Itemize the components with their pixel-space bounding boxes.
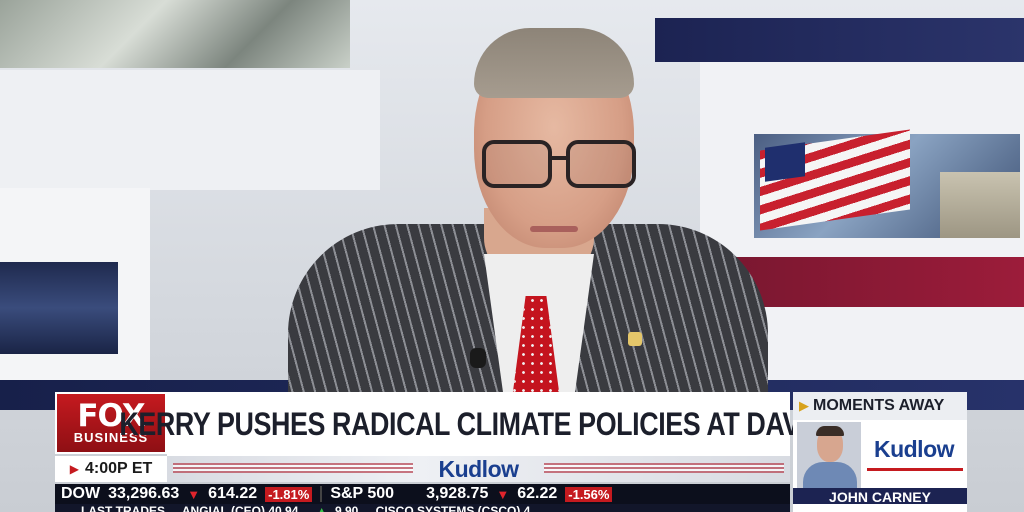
market-ticker: DOW 33,296.63 ▼ 614.22 -1.81% S&P 500 3,… [55, 484, 790, 504]
ticker-change: 62.22 [517, 485, 558, 502]
hair [474, 28, 634, 98]
ticker-value: 33,296.63 [108, 485, 180, 502]
crawl-bar: LAST TRADES ANGIAL (CEO) 40.94 ▲ 9.90 CI… [55, 504, 790, 512]
down-arrow-icon: ▼ [496, 486, 510, 502]
crawl-item: 9.90 [334, 504, 359, 512]
promo-label: MOMENTS AWAY [813, 397, 945, 414]
studio-monitor [0, 262, 118, 354]
ticker-separator [320, 486, 323, 502]
ticker-name: S&P 500 [330, 485, 395, 502]
air-time: 4:00P ET [84, 460, 153, 477]
promo-box: ▶ MOMENTS AWAY Kudlow JOHN CARNEY [793, 392, 967, 512]
ticker-name: DOW [61, 485, 101, 502]
ticker-percent: -1.56% [565, 486, 613, 502]
glasses-bridge [548, 156, 568, 160]
right-lens [566, 140, 636, 188]
flag-canton [765, 142, 805, 182]
anchor-figure [288, 28, 768, 414]
glasses-icon [482, 140, 636, 188]
headline-text: KERRY PUSHES RADICAL CLIMATE POLICIES AT… [119, 405, 838, 442]
mouth [530, 226, 578, 232]
down-arrow-icon: ▼ [187, 486, 201, 502]
lapel-pin-icon [628, 332, 642, 346]
ticker-percent: -1.81% [265, 486, 313, 502]
ticker-change: 614.22 [208, 485, 258, 502]
play-arrow-icon: ▶ [799, 398, 809, 413]
guest-name: JOHN CARNEY [793, 488, 967, 504]
guest-hair [816, 426, 844, 436]
building-graphic [940, 172, 1020, 238]
promo-underline [867, 468, 963, 471]
play-arrow-icon: ▶ [69, 462, 79, 476]
lapel-mic-icon [470, 348, 486, 368]
promo-header: ▶ MOMENTS AWAY [793, 392, 967, 420]
guest-photo [797, 422, 861, 488]
studio-panel [728, 257, 1024, 307]
show-name-bar: Kudlow [167, 456, 790, 482]
ticker-value: 3,928.75 [426, 485, 489, 502]
guest-body [803, 462, 857, 488]
left-lens [482, 140, 552, 188]
time-display: ▶ 4:00P ET [55, 456, 167, 482]
headline-bar: KERRY PUSHES RADICAL CLIMATE POLICIES AT… [119, 392, 838, 456]
up-arrow-icon: ▲ [315, 504, 328, 512]
crawl-item: ANGIAL (CEO) 40.94 [181, 504, 299, 512]
promo-show-name: Kudlow [873, 436, 955, 462]
crawl-label: LAST TRADES [81, 504, 165, 512]
crawl-item: CISCO SYSTEMS (CSCO) 4 [375, 504, 531, 512]
show-name: Kudlow [438, 456, 519, 482]
